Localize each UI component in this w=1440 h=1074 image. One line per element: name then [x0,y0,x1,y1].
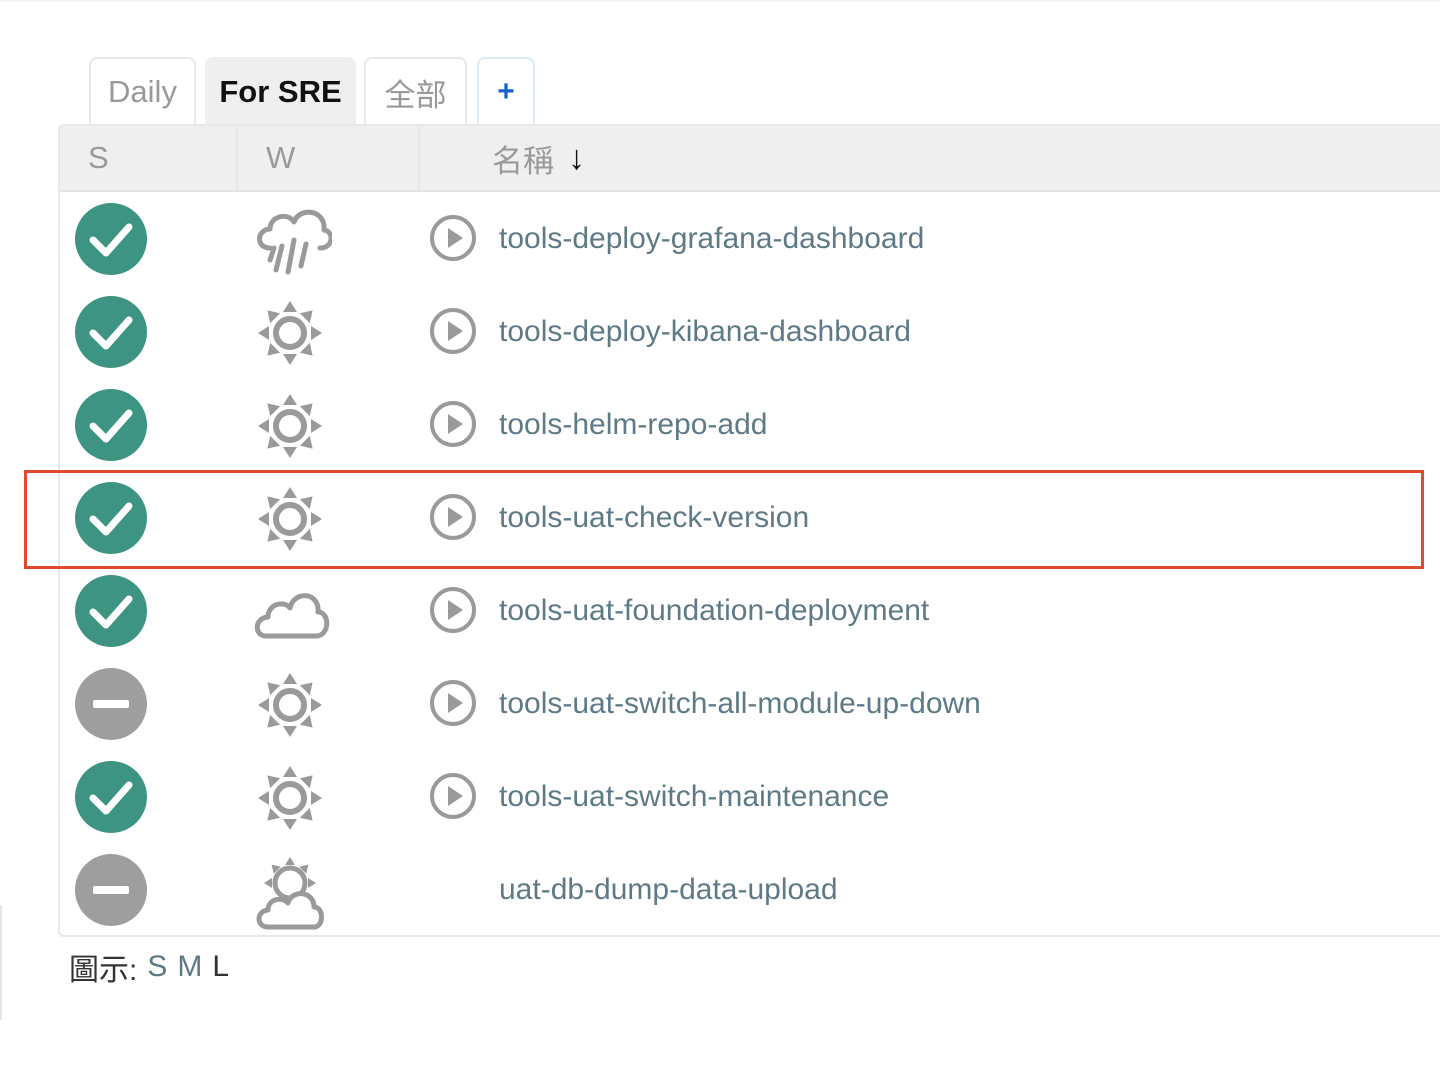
job-name-link[interactable]: tools-uat-switch-maintenance [499,750,889,843]
build-play-icon[interactable] [429,307,477,355]
status-success-icon[interactable] [75,203,147,275]
status-success-icon[interactable] [75,761,147,833]
job-name-link[interactable]: uat-db-dump-data-upload [499,843,838,935]
job-name-link[interactable]: tools-deploy-kibana-dashboard [499,285,911,378]
table-row: tools-helm-repo-add [60,378,1440,471]
status-disabled-icon[interactable] [75,668,147,740]
build-play-icon[interactable] [429,772,477,820]
weather-sun-icon [248,477,332,561]
table-row: tools-uat-foundation-deployment [60,564,1440,657]
build-play-icon[interactable] [429,493,477,541]
build-play-icon[interactable] [429,214,477,262]
icon-size-legend: 圖示: S M L [69,946,229,988]
job-name-link[interactable]: tools-deploy-grafana-dashboard [499,192,924,285]
size-large-link: L [212,950,230,983]
job-name-link[interactable]: tools-helm-repo-add [499,378,767,471]
build-play-icon[interactable] [429,400,477,448]
weather-cloud-icon [248,570,332,654]
table-row: tools-uat-switch-all-module-up-down [60,657,1440,750]
job-name-link[interactable]: tools-uat-switch-all-module-up-down [499,657,981,750]
add-view-tab[interactable]: + [477,57,535,125]
status-success-icon[interactable] [75,482,147,554]
jobs-table: S W 名稱 ↓ tools-deploy-grafana-dashboard t… [58,124,1440,937]
status-success-icon[interactable] [75,575,147,647]
legend-label: 圖示: [69,954,138,987]
table-row: tools-deploy-kibana-dashboard [60,285,1440,378]
table-row: tools-deploy-grafana-dashboard [60,192,1440,285]
status-disabled-icon[interactable] [75,854,147,926]
header-name[interactable]: 名稱 ↓ [492,126,585,190]
header-separator [236,126,238,190]
header-status[interactable]: S [88,126,109,190]
size-medium-link[interactable]: M [177,950,202,984]
tab-for-sre[interactable]: For SRE [205,57,356,125]
status-success-icon[interactable] [75,389,147,461]
header-weather[interactable]: W [266,126,295,190]
job-name-link[interactable]: tools-uat-check-version [499,471,809,564]
weather-sun-icon [248,384,332,468]
table-row: uat-db-dump-data-upload [60,843,1440,935]
left-edge [0,905,2,1020]
job-name-link[interactable]: tools-uat-foundation-deployment [499,564,929,657]
tab-daily[interactable]: Daily [89,57,196,125]
header-name-label: 名稱 [492,143,554,179]
top-border [0,0,1440,2]
size-small-link[interactable]: S [147,950,167,984]
weather-rain-icon [248,198,334,282]
weather-partly-cloudy-icon [248,849,332,933]
weather-sun-icon [248,663,332,747]
weather-sun-icon [248,756,332,840]
build-play-icon[interactable] [429,586,477,634]
status-success-icon[interactable] [75,296,147,368]
table-row: tools-uat-switch-maintenance [60,750,1440,843]
build-play-icon[interactable] [429,679,477,727]
weather-sun-icon [248,291,332,375]
tab-all[interactable]: 全部 [364,57,467,125]
sort-down-icon: ↓ [568,138,585,177]
table-row: tools-uat-check-version [60,471,1440,564]
table-header: S W 名稱 ↓ [60,126,1440,192]
header-separator [418,126,420,190]
